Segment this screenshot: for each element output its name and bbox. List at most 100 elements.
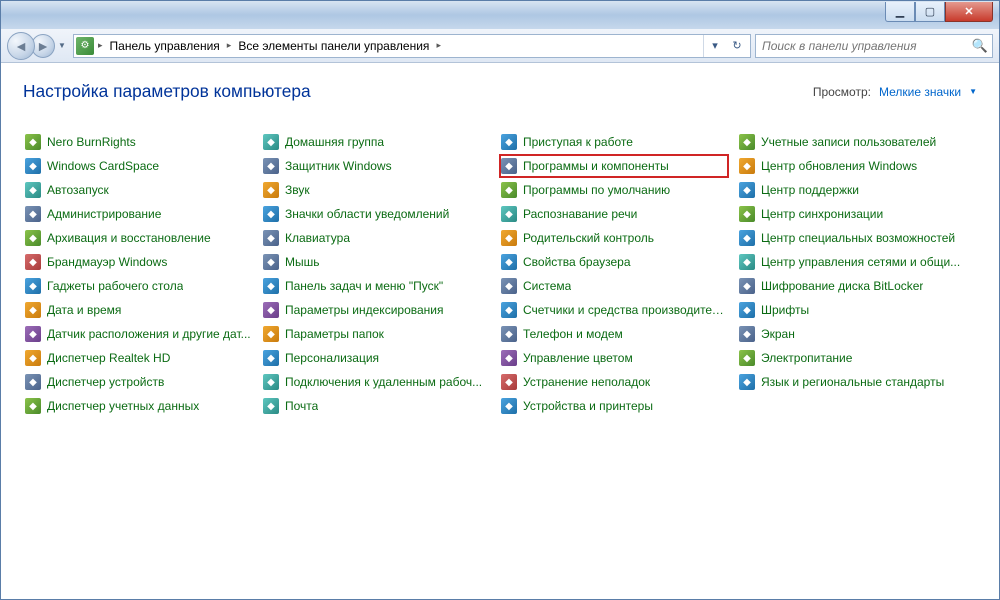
- search-icon[interactable]: 🔍: [972, 38, 988, 54]
- control-panel-item[interactable]: ◆Защитник Windows: [261, 154, 491, 178]
- nav-arrows: ◄ ► ▼: [7, 32, 69, 60]
- item-label: Родительский контроль: [523, 231, 654, 245]
- control-panel-item[interactable]: ◆Параметры индексирования: [261, 298, 491, 322]
- chevron-down-icon[interactable]: ▼: [969, 87, 977, 96]
- item-label: Автозапуск: [47, 183, 109, 197]
- titlebar[interactable]: ▁ ▢ ✕: [1, 1, 999, 29]
- control-panel-item[interactable]: ◆Администрирование: [23, 202, 253, 226]
- control-panel-item[interactable]: ◆Устранение неполадок: [499, 370, 729, 394]
- control-panel-item[interactable]: ◆Программы по умолчанию: [499, 178, 729, 202]
- control-panel-item[interactable]: ◆Система: [499, 274, 729, 298]
- item-label: Параметры индексирования: [285, 303, 443, 317]
- search-input[interactable]: [760, 38, 972, 54]
- item-icon: ◆: [263, 398, 279, 414]
- search-box[interactable]: 🔍: [755, 34, 993, 58]
- control-panel-item[interactable]: ◆Брандмауэр Windows: [23, 250, 253, 274]
- item-icon: ◆: [739, 302, 755, 318]
- control-panel-item[interactable]: ◆Клавиатура: [261, 226, 491, 250]
- item-icon: ◆: [263, 158, 279, 174]
- nav-history-dropdown[interactable]: ▼: [55, 34, 69, 58]
- control-panel-item[interactable]: ◆Домашняя группа: [261, 130, 491, 154]
- control-panel-item[interactable]: ◆Звук: [261, 178, 491, 202]
- control-panel-item[interactable]: ◆ Панель задач и меню "Пуск": [261, 274, 491, 298]
- view-value-link[interactable]: Мелкие значки: [879, 85, 961, 99]
- address-bar[interactable]: ⚙ ▸ Панель управления ▸ Все элементы пан…: [73, 34, 751, 58]
- item-label: Диспетчер устройств: [47, 375, 164, 389]
- control-panel-item[interactable]: ◆Параметры папок: [261, 322, 491, 346]
- item-icon: ◆: [501, 374, 517, 390]
- control-panel-item[interactable]: ◆Диспетчер учетных данных: [23, 394, 253, 418]
- breadcrumb-separator[interactable]: ▸: [434, 40, 443, 51]
- control-panel-item[interactable]: ◆Распознавание речи: [499, 202, 729, 226]
- item-label: Мышь: [285, 255, 320, 269]
- control-panel-item[interactable]: ◆Значки области уведомлений: [261, 202, 491, 226]
- item-label: Программы и компоненты: [523, 159, 669, 173]
- close-button[interactable]: ✕: [945, 2, 993, 22]
- item-icon: ◆: [263, 278, 279, 294]
- control-panel-item[interactable]: ◆Windows CardSpace: [23, 154, 253, 178]
- item-label: Телефон и модем: [523, 327, 623, 341]
- breadcrumb-separator[interactable]: ▸: [96, 40, 105, 51]
- maximize-button[interactable]: ▢: [915, 2, 945, 22]
- control-panel-item[interactable]: ◆Подключения к удаленным рабоч...: [261, 370, 491, 394]
- control-panel-item[interactable]: ◆Архивация и восстановление: [23, 226, 253, 250]
- control-panel-item[interactable]: ◆Счетчики и средства производител...: [499, 298, 729, 322]
- item-icon: ◆: [25, 158, 41, 174]
- breadcrumb-current[interactable]: Все элементы панели управления: [235, 39, 432, 53]
- control-panel-item[interactable]: ◆Центр специальных возможностей: [737, 226, 967, 250]
- back-button[interactable]: ◄: [7, 32, 35, 60]
- breadcrumb-separator[interactable]: ▸: [225, 40, 234, 51]
- item-icon: ◆: [501, 302, 517, 318]
- item-icon: ◆: [739, 350, 755, 366]
- control-panel-item[interactable]: ◆Автозапуск: [23, 178, 253, 202]
- item-icon: ◆: [501, 398, 517, 414]
- address-right-controls: ▾ ↻: [703, 35, 748, 57]
- item-icon: ◆: [739, 158, 755, 174]
- item-label: Клавиатура: [285, 231, 350, 245]
- control-panel-item[interactable]: ◆Устройства и принтеры: [499, 394, 729, 418]
- control-panel-item[interactable]: ◆Диспетчер Realtek HD: [23, 346, 253, 370]
- item-label: Почта: [285, 399, 318, 413]
- item-icon: ◆: [739, 134, 755, 150]
- control-panel-item[interactable]: ◆Язык и региональные стандарты: [737, 370, 967, 394]
- minimize-button[interactable]: ▁: [885, 2, 915, 22]
- control-panel-item[interactable]: ◆Гаджеты рабочего стола: [23, 274, 253, 298]
- control-panel-item[interactable]: ◆ Почта: [261, 394, 491, 418]
- control-panel-item[interactable]: ◆Экран: [737, 322, 967, 346]
- item-label: Шифрование диска BitLocker: [761, 279, 923, 293]
- item-label: Гаджеты рабочего стола: [47, 279, 183, 293]
- item-icon: ◆: [25, 254, 41, 270]
- control-panel-item[interactable]: ◆Датчик расположения и другие дат...: [23, 322, 253, 346]
- control-panel-item[interactable]: ◆Дата и время: [23, 298, 253, 322]
- view-selector: Просмотр: Мелкие значки ▼: [813, 85, 977, 99]
- control-panel-item[interactable]: ◆Приступая к работе: [499, 130, 729, 154]
- control-panel-item[interactable]: ◆Телефон и модем: [499, 322, 729, 346]
- control-panel-item[interactable]: ◆Nero BurnRights: [23, 130, 253, 154]
- item-icon: ◆: [25, 326, 41, 342]
- control-panel-item[interactable]: ◆Центр управления сетями и общи...: [737, 250, 967, 274]
- item-icon: ◆: [501, 158, 517, 174]
- control-panel-item[interactable]: ◆Шифрование диска BitLocker: [737, 274, 967, 298]
- item-icon: ◆: [739, 326, 755, 342]
- breadcrumb-root[interactable]: Панель управления: [107, 39, 223, 53]
- control-panel-item[interactable]: ◆Шрифты: [737, 298, 967, 322]
- item-label: Персонализация: [285, 351, 379, 365]
- control-panel-item[interactable]: ◆Центр обновления Windows: [737, 154, 967, 178]
- control-panel-item[interactable]: ◆Учетные записи пользователей: [737, 130, 967, 154]
- window-frame: ▁ ▢ ✕ ◄ ► ▼ ⚙ ▸ Панель управления ▸ Все …: [0, 0, 1000, 600]
- control-panel-item[interactable]: ◆ Программы и компоненты: [499, 154, 729, 178]
- control-panel-item[interactable]: ◆Родительский контроль: [499, 226, 729, 250]
- item-label: Язык и региональные стандарты: [761, 375, 944, 389]
- control-panel-item[interactable]: ◆Персонализация: [261, 346, 491, 370]
- control-panel-item[interactable]: ◆Управление цветом: [499, 346, 729, 370]
- refresh-button[interactable]: ↻: [726, 35, 748, 57]
- control-panel-item[interactable]: ◆Центр поддержки: [737, 178, 967, 202]
- control-panel-item[interactable]: ◆Центр синхронизации: [737, 202, 967, 226]
- address-dropdown[interactable]: ▾: [704, 35, 726, 57]
- control-panel-item[interactable]: ◆Диспетчер устройств: [23, 370, 253, 394]
- control-panel-item[interactable]: ◆Мышь: [261, 250, 491, 274]
- control-panel-item[interactable]: ◆Электропитание: [737, 346, 967, 370]
- item-label: Панель задач и меню "Пуск": [285, 279, 443, 293]
- item-icon: ◆: [263, 182, 279, 198]
- control-panel-item[interactable]: ◆Свойства браузера: [499, 250, 729, 274]
